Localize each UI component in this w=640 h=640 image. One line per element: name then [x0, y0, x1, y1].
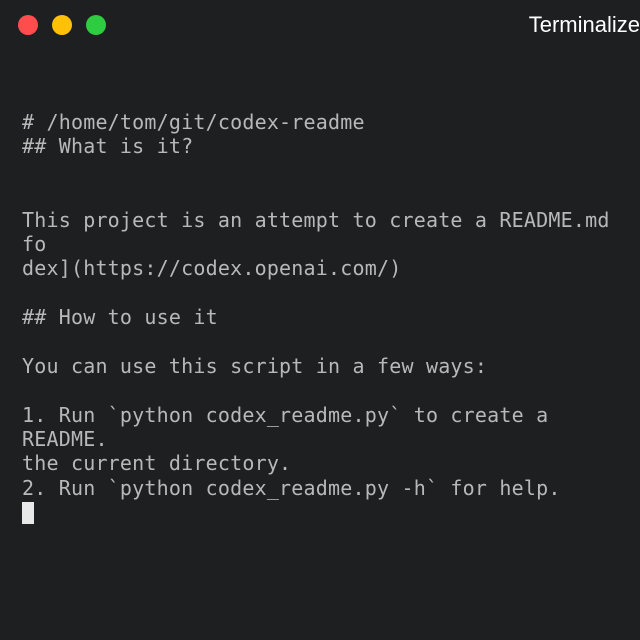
zoom-icon[interactable] [86, 15, 106, 35]
traffic-lights [18, 15, 106, 35]
terminal-output[interactable]: # /home/tom/git/codex-readme ## What is … [0, 50, 640, 525]
terminal-line: # /home/tom/git/codex-readme [22, 110, 365, 134]
cursor-icon [22, 502, 34, 524]
window-titlebar: Terminalize [0, 0, 640, 50]
terminal-line: ## How to use it [22, 305, 218, 329]
terminal-line: 1. Run `python codex_readme.py` to creat… [22, 403, 561, 451]
terminal-line: 2. Run `python codex_readme.py -h` for h… [22, 476, 561, 500]
terminal-line: ## What is it? [22, 134, 193, 158]
terminal-line: the current directory. [22, 451, 291, 475]
minimize-icon[interactable] [52, 15, 72, 35]
terminal-line: You can use this script in a few ways: [22, 354, 487, 378]
window-title: Terminalize [529, 12, 640, 38]
terminal-line: This project is an attempt to create a R… [22, 208, 622, 256]
close-icon[interactable] [18, 15, 38, 35]
terminal-line: dex](https://codex.openai.com/) [22, 256, 401, 280]
